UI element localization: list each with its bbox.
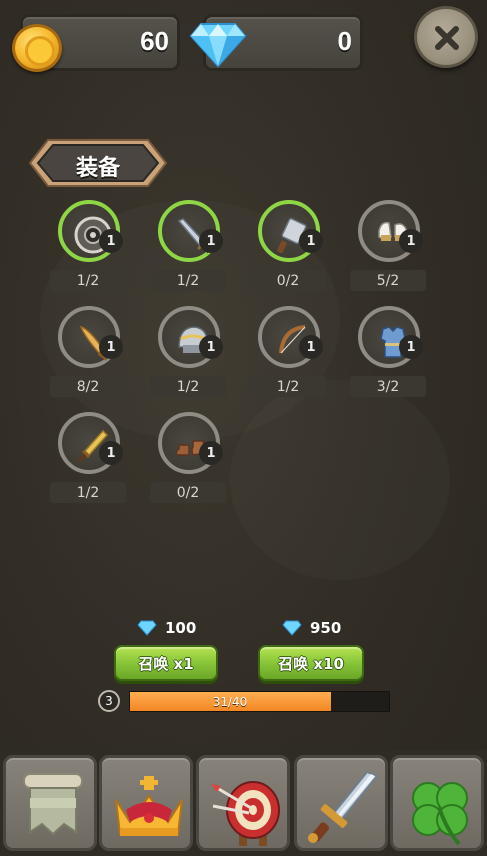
nav-tab-banner[interactable] <box>3 755 97 851</box>
nav-tab-clover[interactable] <box>390 755 484 851</box>
gold-value: 60 <box>140 26 169 56</box>
diamond-icon <box>282 620 302 636</box>
equipment-slot[interactable]: 1 5/2 <box>350 200 434 300</box>
equipment-count: 0/2 <box>250 270 326 291</box>
nav-tab-archery[interactable] <box>196 755 290 851</box>
equipment-level: 1 <box>199 441 223 465</box>
summon-x10-button[interactable]: 召唤 x10 <box>258 645 364 681</box>
diamond-value: 0 <box>337 26 352 56</box>
summon-progress-bar: 31/40 <box>129 691 390 712</box>
diamond-icon <box>137 620 157 636</box>
section-title-banner: 装备 <box>26 138 170 188</box>
gold-coin-icon <box>12 24 62 72</box>
summon-x1-button[interactable]: 召唤 x1 <box>114 645 218 681</box>
equipment-level: 1 <box>99 335 123 359</box>
equipment-count: 1/2 <box>250 376 326 397</box>
sword-icon <box>308 770 379 843</box>
equipment-count: 8/2 <box>50 376 126 397</box>
equipment-count: 1/2 <box>150 376 226 397</box>
crown-icon <box>115 776 183 836</box>
equipment-level: 1 <box>99 229 123 253</box>
equipment-level: 1 <box>199 335 223 359</box>
equipment-slot[interactable]: 1 1/2 <box>50 200 134 300</box>
equipment-slot[interactable]: 1 8/2 <box>50 306 134 406</box>
close-icon <box>435 26 459 50</box>
equipment-count: 1/2 <box>150 270 226 291</box>
equipment-slot[interactable]: 1 0/2 <box>150 412 234 512</box>
equipment-count: 1/2 <box>50 270 126 291</box>
equipment-slot[interactable]: 1 3/2 <box>350 306 434 406</box>
summon-x1-price-value: 100 <box>165 619 197 637</box>
equipment-count: 3/2 <box>350 376 426 397</box>
equipment-slot[interactable]: 1 1/2 <box>150 306 234 406</box>
summon-progress-label: 31/40 <box>212 694 248 709</box>
equipment-slot[interactable]: 1 0/2 <box>250 200 334 300</box>
archery-target-icon <box>211 781 280 846</box>
summon-level-badge: 3 <box>98 690 120 712</box>
background-decoration <box>230 380 450 580</box>
equipment-level: 1 <box>299 335 323 359</box>
banner-icon <box>23 773 83 836</box>
close-button[interactable] <box>414 6 478 68</box>
nav-tab-sword[interactable] <box>294 755 388 851</box>
diamond-icon <box>189 23 247 68</box>
equipment-level: 1 <box>299 229 323 253</box>
equipment-level: 1 <box>399 335 423 359</box>
summon-x1-price: 100 <box>137 619 196 637</box>
equipment-slot[interactable]: 1 1/2 <box>50 412 134 512</box>
equipment-count: 1/2 <box>50 482 126 503</box>
clover-icon <box>412 782 468 846</box>
equipment-slot[interactable]: 1 1/2 <box>150 200 234 300</box>
equipment-level: 1 <box>399 229 423 253</box>
nav-tab-crown[interactable] <box>99 755 193 851</box>
equipment-level: 1 <box>99 441 123 465</box>
equipment-count: 5/2 <box>350 270 426 291</box>
equipment-level: 1 <box>199 229 223 253</box>
equipment-slot[interactable]: 1 1/2 <box>250 306 334 406</box>
section-title: 装备 <box>75 156 120 181</box>
summon-x10-price: 950 <box>282 619 341 637</box>
equipment-count: 0/2 <box>150 482 226 503</box>
summon-x10-price-value: 950 <box>310 619 342 637</box>
